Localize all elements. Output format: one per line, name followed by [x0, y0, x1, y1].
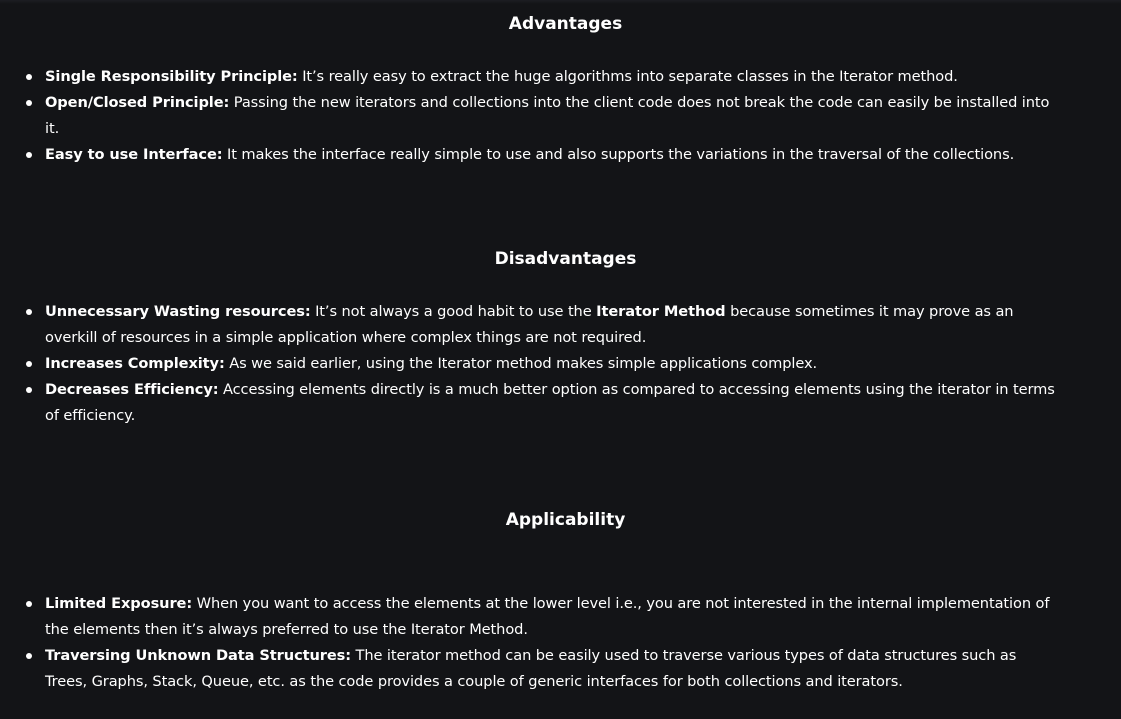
bullet-icon — [26, 309, 32, 315]
bullet-icon — [26, 653, 32, 659]
bullet-icon — [26, 100, 32, 106]
bullet-icon — [26, 601, 32, 607]
item-emphasis: Iterator Method — [596, 303, 726, 320]
applicability-heading: Applicability — [505, 510, 626, 530]
item-term: Traversing Unknown Data Structures: — [45, 647, 351, 664]
bullet-icon — [26, 387, 32, 393]
list-item: Single Responsibility Principle: It’s re… — [0, 64, 1121, 90]
disadvantages-list: Unnecessary Wasting resources: It’s not … — [0, 299, 1121, 429]
item-term: Decreases Efficiency: — [45, 381, 219, 398]
bullet-icon — [26, 361, 32, 367]
disadvantages-heading: Disadvantages — [494, 249, 637, 269]
advantages-section: Advantages Single Responsibility Princip… — [0, 13, 1121, 168]
item-text: It makes the interface really simple to … — [222, 146, 1015, 163]
list-item: Open/Closed Principle: Passing the new i… — [0, 90, 1121, 142]
disadvantages-section: Disadvantages Unnecessary Wasting resour… — [0, 248, 1121, 429]
item-text: It’s really easy to extract the huge alg… — [297, 68, 958, 85]
item-term: Unnecessary Wasting resources: — [45, 303, 311, 320]
list-item: Decreases Efficiency: Accessing elements… — [0, 377, 1121, 429]
top-edge-shade — [0, 0, 1121, 4]
advantages-heading: Advantages — [508, 14, 623, 34]
list-item: Unnecessary Wasting resources: It’s not … — [0, 299, 1121, 351]
item-text-before: It’s not always a good habit to use the — [310, 303, 597, 320]
bullet-icon — [26, 74, 32, 80]
advantages-list: Single Responsibility Principle: It’s re… — [0, 64, 1121, 168]
item-term: Easy to use Interface: — [45, 146, 223, 163]
list-item: Limited Exposure: When you want to acces… — [0, 591, 1121, 643]
item-term: Single Responsibility Principle: — [45, 68, 298, 85]
item-term: Increases Complexity: — [45, 355, 225, 372]
applicability-section: Applicability Limited Exposure: When you… — [0, 509, 1121, 695]
item-term: Limited Exposure: — [45, 595, 193, 612]
list-item: Easy to use Interface: It makes the inte… — [0, 142, 1121, 168]
item-text: When you want to access the elements at … — [45, 595, 1050, 638]
applicability-list: Limited Exposure: When you want to acces… — [0, 591, 1121, 695]
item-text: As we said earlier, using the Iterator m… — [224, 355, 818, 372]
bullet-icon — [26, 152, 32, 158]
list-item: Increases Complexity: As we said earlier… — [0, 351, 1121, 377]
item-term: Open/Closed Principle: — [45, 94, 230, 111]
list-item: Traversing Unknown Data Structures: The … — [0, 643, 1121, 695]
